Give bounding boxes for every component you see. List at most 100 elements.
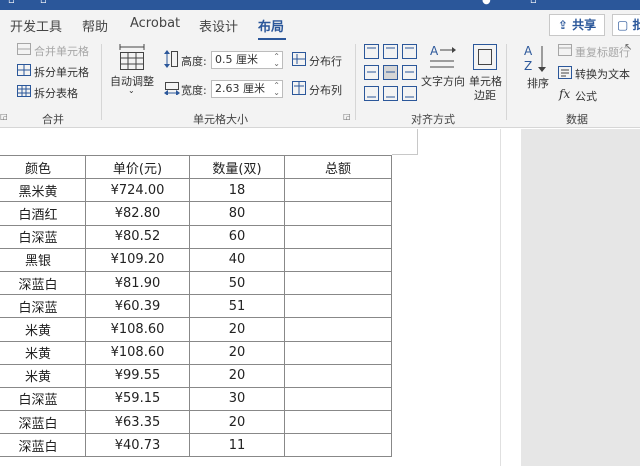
cell-quantity[interactable]: 30 — [189, 386, 285, 412]
tab-developer[interactable]: 开发工具 — [10, 16, 62, 35]
height-down-icon[interactable]: ⌄ — [273, 60, 280, 68]
table-row: 米黄 ¥108.60 20 — [0, 317, 392, 342]
dialog-launcher-icon[interactable]: ◲ — [0, 112, 8, 121]
cell-total[interactable] — [284, 294, 392, 319]
cell-color[interactable]: 白深蓝 — [0, 386, 86, 412]
cell-total[interactable] — [284, 340, 392, 365]
comment-icon: ▢ — [617, 18, 629, 32]
cell-unit-price[interactable]: ¥109.20 — [85, 247, 190, 272]
cell-total[interactable] — [284, 178, 392, 203]
cell-unit-price[interactable]: ¥724.00 — [85, 178, 190, 203]
cell-unit-price[interactable]: ¥63.35 — [85, 410, 190, 435]
cell-quantity[interactable]: 50 — [189, 270, 285, 296]
table-row: 深蓝白 ¥81.90 50 — [0, 270, 392, 296]
sort-button[interactable]: 排序 — [527, 75, 549, 91]
cell-quantity[interactable]: 80 — [189, 201, 285, 226]
cell-color[interactable]: 深蓝白 — [0, 433, 86, 458]
cell-unit-price[interactable]: ¥59.15 — [85, 386, 190, 412]
repeat-header-rows-button[interactable]: 重复标题行 — [575, 44, 630, 60]
cell-unit-price[interactable]: ¥108.60 — [85, 317, 190, 342]
cell-color[interactable]: 白深蓝 — [0, 224, 86, 249]
cell-color[interactable]: 深蓝白 — [0, 410, 86, 435]
cell-color[interactable]: 白酒红 — [0, 201, 86, 226]
cell-unit-price[interactable]: ¥80.52 — [85, 224, 190, 249]
comments-button[interactable]: ▢ 批 — [612, 14, 640, 36]
formula-icon: fx — [559, 87, 571, 101]
cell-margins-icon — [473, 44, 497, 70]
merge-cells-button[interactable]: 合并单元格 — [34, 43, 89, 59]
workspace-background — [521, 129, 640, 466]
formula-button[interactable]: 公式 — [575, 88, 597, 104]
share-label: 共享 — [572, 18, 597, 32]
undo-icon[interactable]: ▫ — [40, 0, 47, 6]
cell-color[interactable]: 深蓝白 — [0, 270, 86, 296]
header-cell-total[interactable]: 总额 — [284, 154, 392, 180]
split-table-button[interactable]: 拆分表格 — [34, 85, 78, 101]
distribute-rows-button[interactable]: 分布行 — [309, 53, 342, 69]
cell-unit-price[interactable]: ¥40.73 — [85, 433, 190, 458]
distribute-columns-icon — [292, 81, 306, 95]
convert-to-text-button[interactable]: 转换为文本 — [575, 66, 630, 82]
cell-quantity[interactable]: 11 — [189, 433, 285, 458]
cell-unit-price[interactable]: ¥81.90 — [85, 270, 190, 296]
svg-text:A: A — [430, 44, 439, 58]
cell-quantity[interactable]: 51 — [189, 294, 285, 319]
cell-color[interactable]: 米黄 — [0, 340, 86, 365]
convert-to-text-icon — [558, 66, 572, 79]
group-divider — [506, 44, 507, 120]
cell-quantity[interactable]: 20 — [189, 410, 285, 435]
cell-color[interactable]: 米黄 — [0, 317, 86, 342]
cell-total[interactable] — [284, 410, 392, 435]
cell-total[interactable] — [284, 224, 392, 249]
ribbon-display-icon[interactable]: ▫ — [530, 0, 537, 6]
split-cells-button[interactable]: 拆分单元格 — [34, 64, 89, 80]
cell-margins-label-line2: 边距 — [474, 89, 496, 102]
cell-total[interactable] — [284, 247, 392, 272]
cell-quantity[interactable]: 20 — [189, 363, 285, 388]
tab-acrobat[interactable]: Acrobat — [130, 16, 180, 31]
cell-total[interactable] — [284, 201, 392, 226]
cell-color[interactable]: 黑银 — [0, 247, 86, 272]
header-cell-quantity[interactable]: 数量(双) — [189, 154, 285, 180]
cell-total[interactable] — [284, 433, 392, 458]
cell-quantity[interactable]: 20 — [189, 340, 285, 365]
width-input[interactable]: 2.63 厘米 ⌃ ⌄ — [211, 80, 283, 98]
autofit-dropdown-icon[interactable]: ⌄ — [128, 86, 135, 95]
cell-color[interactable]: 黑米黄 — [0, 178, 86, 203]
cell-unit-price[interactable]: ¥82.80 — [85, 201, 190, 226]
cell-size-dialog-launcher-icon[interactable]: ◲ — [343, 112, 351, 121]
cell-total[interactable] — [284, 363, 392, 388]
comments-label: 批 — [633, 18, 640, 32]
tab-table-design[interactable]: 表设计 — [199, 16, 238, 35]
cell-color[interactable]: 米黄 — [0, 363, 86, 388]
tab-help[interactable]: 帮助 — [82, 16, 108, 35]
header-cell-unit-price[interactable]: 单价(元) — [85, 154, 190, 180]
distribute-columns-button[interactable]: 分布列 — [309, 82, 342, 98]
cell-unit-price[interactable]: ¥108.60 — [85, 340, 190, 365]
avatar[interactable]: ● — [482, 0, 491, 6]
repeat-header-icon — [558, 44, 572, 56]
save-icon[interactable]: ▫ — [8, 0, 15, 6]
height-value: 0.5 厘米 — [215, 53, 258, 66]
cell-quantity[interactable]: 40 — [189, 247, 285, 272]
cell-quantity[interactable]: 20 — [189, 317, 285, 342]
cell-total[interactable] — [284, 386, 392, 412]
table-row: 深蓝白 ¥63.35 20 — [0, 410, 392, 435]
cell-unit-price[interactable]: ¥60.39 — [85, 294, 190, 319]
cell-unit-price[interactable]: ¥99.55 — [85, 363, 190, 388]
text-direction-button[interactable]: 文字方向 — [421, 73, 465, 89]
width-down-icon[interactable]: ⌄ — [273, 89, 280, 97]
alignment-grid-icon — [364, 44, 417, 101]
table-row: 米黄 ¥108.60 20 — [0, 340, 392, 365]
height-label: 高度: — [181, 55, 207, 68]
height-input[interactable]: 0.5 厘米 ⌃ ⌄ — [211, 51, 283, 69]
cell-total[interactable] — [284, 317, 392, 342]
cell-color[interactable]: 白深蓝 — [0, 294, 86, 319]
tab-layout[interactable]: 布局 — [258, 16, 284, 35]
header-cell-color[interactable]: 颜色 — [0, 154, 86, 180]
share-button[interactable]: ⇪ 共享 — [549, 14, 605, 36]
cell-quantity[interactable]: 60 — [189, 224, 285, 249]
cell-total[interactable] — [284, 270, 392, 296]
merge-cells-icon — [17, 43, 31, 55]
cell-quantity[interactable]: 18 — [189, 178, 285, 203]
